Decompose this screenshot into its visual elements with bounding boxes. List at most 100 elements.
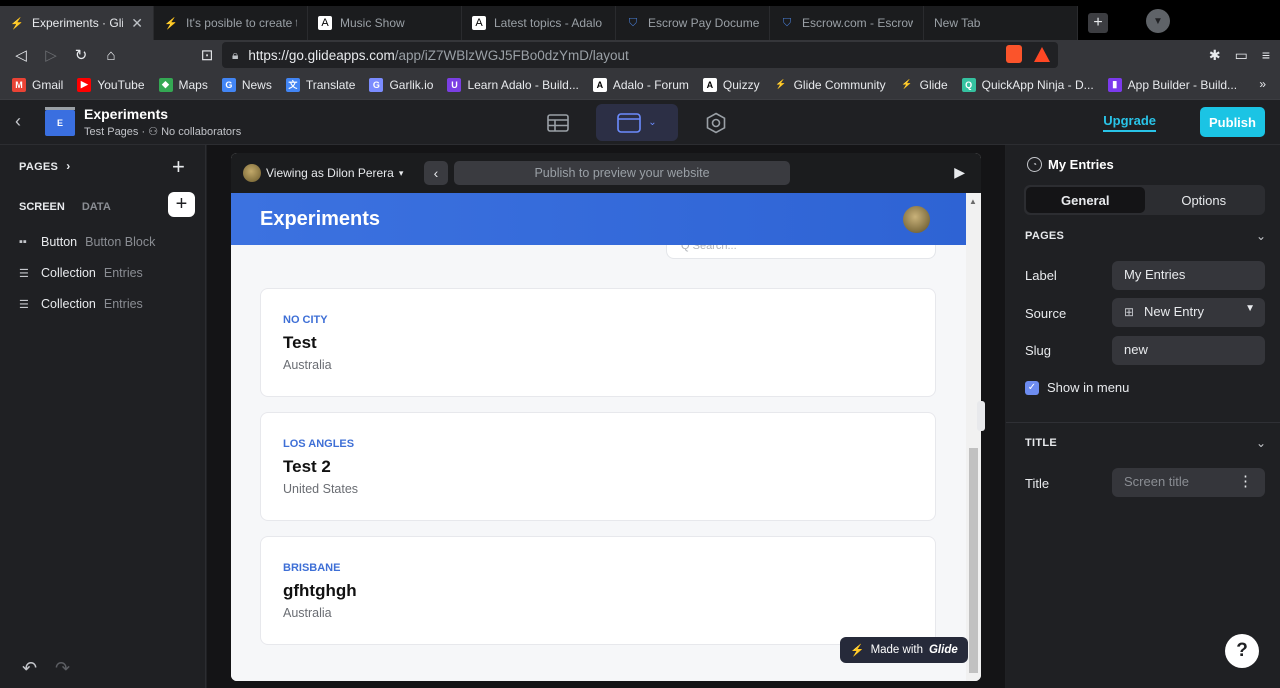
label-field[interactable]: My Entries — [1112, 261, 1265, 290]
bookmark-item[interactable]: ⚡ Glide — [900, 78, 956, 92]
preview-scrollbar[interactable]: ▲ — [966, 193, 981, 681]
layout-editor-tab[interactable]: ⌄ — [596, 104, 678, 141]
source-select[interactable]: ⊞ New Entry ▼ — [1112, 298, 1265, 327]
upgrade-link[interactable]: Upgrade — [1103, 113, 1156, 132]
show-in-menu-label: Show in menu — [1047, 380, 1130, 395]
bookmark-item[interactable]: A Quizzy — [702, 77, 768, 92]
home-icon[interactable]: ⌂ — [96, 40, 126, 70]
user-avatar[interactable] — [903, 206, 930, 233]
bookmark-item[interactable]: M Gmail — [12, 77, 71, 92]
viewing-as-selector[interactable]: Viewing as Dilon Perera ▾ — [243, 164, 403, 182]
browser-tab[interactable]: ⛉ Escrow.com - Escrow.co — [770, 6, 924, 40]
browser-tab[interactable]: ⛉ Escrow Pay Documentati — [616, 6, 770, 40]
bookmark-item[interactable]: ▮ App Builder - Build... — [1107, 77, 1245, 92]
slug-field[interactable]: new — [1112, 336, 1265, 365]
redo-icon[interactable]: ↷ — [55, 658, 70, 679]
tab-screen[interactable]: SCREEN — [19, 201, 65, 213]
data-editor-tab[interactable] — [532, 104, 584, 141]
title-placeholder: Screen title — [1124, 474, 1190, 489]
bookmark-label: Glide Community — [793, 77, 886, 92]
bookmark-item[interactable]: ◆ Maps — [158, 77, 216, 92]
title-input[interactable]: Screen title ⋮ — [1112, 468, 1265, 497]
list-item[interactable]: NO CITY Test Australia — [260, 288, 936, 397]
chevron-down-icon[interactable]: ⌄ — [1256, 436, 1266, 450]
component-item[interactable]: ☰ Collection Entries — [19, 297, 143, 311]
show-in-menu-checkbox[interactable]: ✓ Show in menu — [1025, 380, 1129, 395]
reload-icon[interactable]: ↻ — [66, 40, 96, 70]
list-item[interactable]: LOS ANGLES Test 2 United States — [260, 412, 936, 521]
publish-button[interactable]: Publish — [1200, 107, 1265, 137]
made-with-glide-badge[interactable]: ⚡ Made with Glide — [840, 637, 968, 663]
play-icon[interactable]: ▶ — [954, 164, 965, 181]
forward-icon[interactable]: ▷ — [36, 40, 66, 70]
tab-title: It's posible to create thi — [186, 16, 297, 30]
scroll-up-icon[interactable]: ▲ — [969, 197, 977, 206]
bookmark-item[interactable]: ▶ YouTube — [77, 77, 152, 92]
adalo-icon: A — [472, 16, 486, 30]
browser-tab[interactable]: A Latest topics - Adalo — [462, 6, 616, 40]
browser-tab[interactable]: ⚡ It's posible to create thi — [154, 6, 308, 40]
scrollbar-thumb[interactable] — [969, 448, 978, 673]
bookmark-item[interactable]: G Garlik.io — [369, 77, 441, 92]
slug-field-label: Slug — [1025, 343, 1052, 358]
undo-icon[interactable]: ↶ — [22, 658, 37, 679]
bookmark-item[interactable]: Q QuickApp Ninja - D... — [961, 77, 1102, 92]
extensions-icon[interactable]: ✱ — [1209, 47, 1221, 64]
brave-shield-icon[interactable] — [1006, 45, 1022, 63]
card-subtitle: Australia — [283, 358, 332, 372]
bookmark-label: App Builder - Build... — [1127, 77, 1238, 92]
add-component-button[interactable]: + — [168, 192, 195, 217]
component-type: Entries — [103, 297, 143, 311]
url-host: https://go.glideapps.com — [248, 47, 395, 63]
bookmark-item[interactable]: 文 Translate — [285, 77, 364, 92]
browser-toolbar: ◁ ▷ ↻ ⌂ ⊡ 🔒︎ https://go.glideapps.com/ap… — [0, 40, 1280, 70]
bookmark-item[interactable]: U Learn Adalo - Build... — [447, 77, 586, 92]
bookmark-item[interactable]: A Adalo - Forum — [592, 77, 697, 92]
bookmark-favicon-icon: A — [702, 77, 717, 92]
help-button[interactable]: ? — [1225, 634, 1259, 668]
tab-data[interactable]: DATA — [82, 201, 111, 213]
list-item[interactable]: BRISBANE gfhtghgh Australia — [260, 536, 936, 645]
add-page-button[interactable]: + — [172, 154, 185, 180]
close-icon[interactable]: ✕ — [131, 15, 143, 32]
component-item[interactable]: ▪▪ Button Button Block — [19, 235, 155, 249]
profile-dropdown-icon[interactable]: ▼ — [1146, 9, 1170, 33]
bookmark-label: Translate — [305, 77, 356, 92]
bookmark-item[interactable]: G News — [221, 77, 280, 92]
wallet-icon[interactable]: ▭ — [1235, 47, 1248, 64]
preview-toolbar: Viewing as Dilon Perera ▾ ‹ Publish to p… — [231, 153, 981, 193]
new-tab-button[interactable]: + — [1088, 13, 1108, 33]
app-logo: E — [45, 107, 75, 136]
bookmark-favicon-icon: ▶ — [77, 77, 92, 92]
bookmark-icon[interactable]: ⊡ — [192, 40, 222, 70]
pages-header[interactable]: PAGES › — [19, 159, 71, 173]
bookmark-label: YouTube — [97, 77, 145, 92]
menu-icon[interactable]: ≡ — [1262, 47, 1270, 63]
settings-tab[interactable] — [690, 104, 742, 141]
preview-resize-handle[interactable] — [977, 401, 985, 431]
bookmarks-overflow-icon[interactable]: » — [1259, 77, 1266, 91]
chevron-down-icon[interactable]: ⌄ — [1256, 229, 1266, 243]
preview-back-button[interactable]: ‹ — [424, 161, 448, 185]
tab-general[interactable]: General — [1026, 187, 1145, 213]
browser-tab[interactable]: A Music Show — [308, 6, 462, 40]
app-preview: Viewing as Dilon Perera ▾ ‹ Publish to p… — [231, 153, 981, 681]
bookmark-item[interactable]: ⚡ Glide Community — [774, 78, 894, 92]
component-item[interactable]: ☰ Collection Entries — [19, 266, 143, 280]
browser-tab[interactable]: ⚡ Experiments · Glide ✕ — [0, 6, 154, 40]
made-with-brand: Glide — [928, 644, 958, 656]
back-chevron-icon[interactable]: ‹ — [15, 111, 21, 132]
browser-tab[interactable]: New Tab — [924, 6, 1078, 40]
search-input[interactable]: Q Search... — [666, 245, 936, 259]
tab-options[interactable]: Options — [1145, 187, 1264, 213]
lock-icon: 🔒︎ — [232, 47, 239, 62]
tab-title: Escrow.com - Escrow.co — [802, 16, 913, 30]
bookmark-favicon-icon: ▮ — [1107, 77, 1122, 92]
more-vertical-icon[interactable]: ⋮ — [1238, 472, 1253, 490]
browser-tab-bar: ⚡ Experiments · Glide ✕ ⚡ It's posible t… — [0, 0, 1280, 40]
back-icon[interactable]: ◁ — [6, 40, 36, 70]
address-bar[interactable]: 🔒︎ https://go.glideapps.com/app/iZ7WBlzW… — [222, 42, 1058, 68]
brave-rewards-icon[interactable] — [1034, 46, 1050, 62]
table-icon — [547, 113, 569, 132]
pages-label: PAGES — [19, 161, 59, 173]
